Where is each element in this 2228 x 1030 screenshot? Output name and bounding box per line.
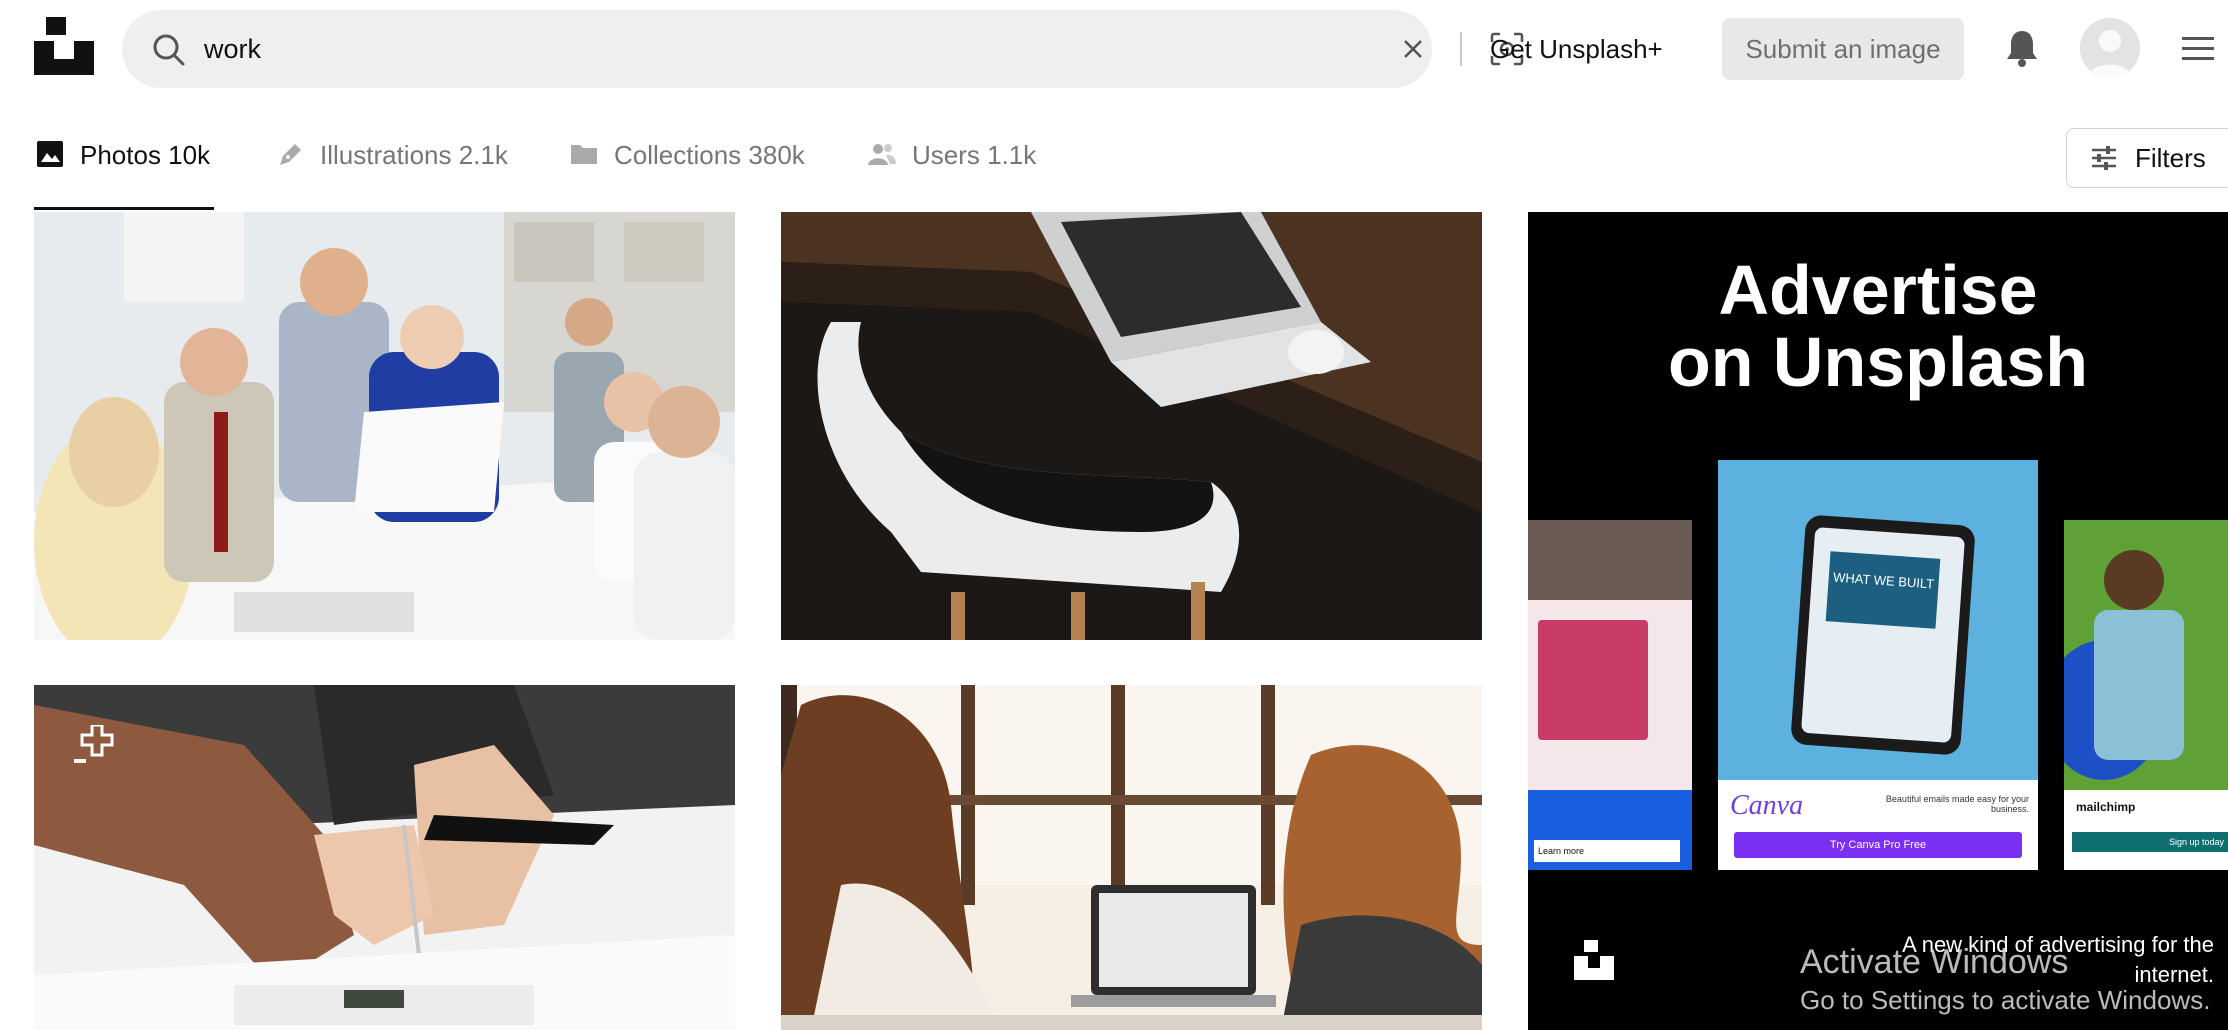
tab-photos[interactable]: Photos 10k [34, 140, 214, 210]
search-divider [1460, 32, 1462, 66]
folder-icon [571, 145, 597, 164]
sliders-icon [2092, 146, 2116, 170]
tab-collections-label: Collections 380k [614, 140, 805, 170]
photo-laptop-desk-chair[interactable] [781, 212, 1482, 640]
ad-mailchimp-brand: mailchimp [2076, 800, 2136, 814]
ad-card-left: Learn more [1528, 520, 1692, 870]
photo-image [781, 212, 1482, 640]
photo-image [34, 212, 735, 640]
unsplash-search-page: Get Unsplash+ Submit an image Photos [0, 0, 2228, 1030]
photo-icon [37, 141, 63, 167]
ad-card-canva: WHAT WE BUILT Canva Beautiful emails mad… [1718, 460, 2038, 870]
photo-image [34, 685, 735, 1030]
default-avatar-icon [2080, 18, 2140, 78]
search-icon[interactable] [152, 33, 186, 67]
ad-title-line1: Advertise [1718, 251, 2038, 329]
ad-card-mailchimp: mailchimp Sign up today [2064, 520, 2228, 870]
submit-image-button[interactable]: Submit an image [1722, 18, 1964, 80]
top-navbar: Get Unsplash+ Submit an image [0, 0, 2228, 100]
tab-users-label: Users 1.1k [912, 140, 1037, 170]
photo-handshake-tablet[interactable] [34, 685, 735, 1030]
advertise-banner[interactable]: Advertise on Unsplash Learn more WHAT WE… [1528, 212, 2228, 1030]
tab-illustrations[interactable]: Illustrations 2.1k [274, 140, 508, 210]
ad-card-left-cta: Learn more [1534, 840, 1680, 862]
user-avatar[interactable] [2080, 18, 2140, 78]
users-icon [868, 144, 896, 165]
tab-collections[interactable]: Collections 380k [568, 140, 805, 210]
ad-canva-small-text: Beautiful emails made easy for your busi… [1885, 794, 2029, 814]
get-unsplash-plus-link[interactable]: Get Unsplash+ [1490, 34, 1663, 65]
filters-label: Filters [2135, 142, 2206, 173]
search-bar [122, 10, 1524, 88]
ad-preview-cards: Learn more WHAT WE BUILT Canva Beautiful… [1528, 460, 2228, 880]
ad-canva-cta: Try Canva Pro Free [1734, 832, 2022, 858]
tab-users[interactable]: Users 1.1k [866, 140, 1036, 210]
plus-watermark-icon [74, 725, 114, 763]
photo-business-meeting[interactable] [34, 212, 735, 640]
tab-illustrations-label: Illustrations 2.1k [320, 140, 508, 170]
photo-image [781, 685, 1482, 1030]
pen-icon [280, 144, 301, 165]
clear-search-icon[interactable] [1398, 34, 1428, 64]
notifications-bell-icon[interactable] [2004, 28, 2040, 68]
photo-women-laptop[interactable] [781, 685, 1482, 1030]
ad-canva-brand: Canva [1730, 790, 1804, 821]
search-input[interactable] [204, 26, 1264, 72]
ad-mailchimp-cta: Sign up today [2072, 832, 2228, 852]
ad-tagline: A new kind of advertising for the intern… [1902, 932, 2214, 987]
unsplash-logo-icon[interactable] [34, 17, 94, 75]
search-result-tabs: Photos 10k Illustrations 2.1k Collection… [0, 124, 2228, 210]
ad-title-line2: on Unsplash [1667, 323, 2089, 401]
hamburger-menu-icon[interactable] [2180, 34, 2216, 64]
ad-title: Advertise on Unsplash [1528, 254, 2228, 398]
unsplash-logo-icon [1574, 940, 1614, 980]
ad-tablet-text: WHAT WE BUILT [1825, 551, 1941, 629]
tab-photos-label: Photos 10k [80, 140, 211, 170]
filters-button[interactable]: Filters [2066, 128, 2228, 188]
